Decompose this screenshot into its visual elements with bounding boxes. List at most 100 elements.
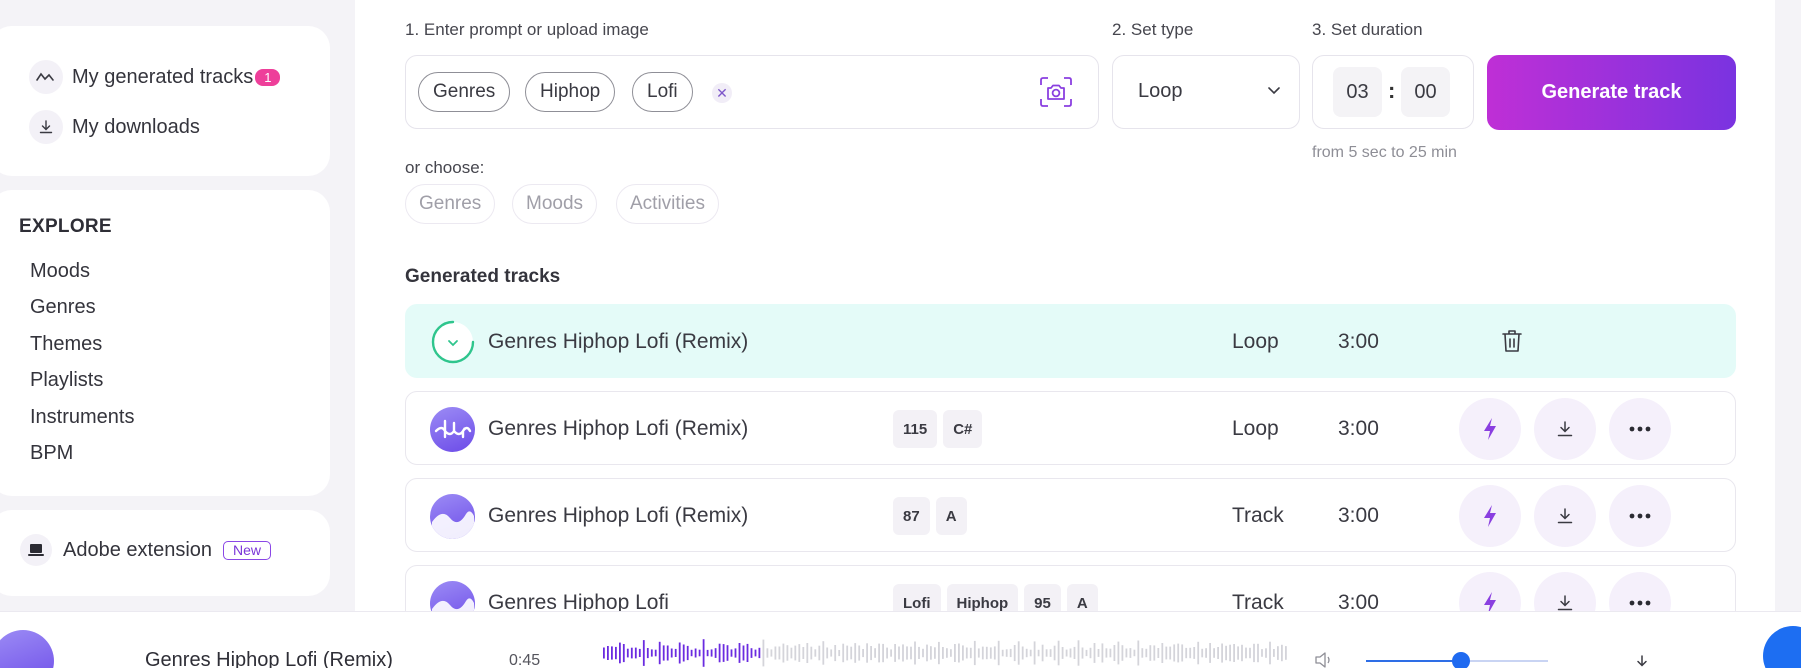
waveform-bar bbox=[874, 648, 876, 658]
type-select[interactable]: Loop bbox=[1112, 55, 1300, 129]
track-tag-bpm: 115 bbox=[893, 410, 938, 448]
waveform-bar bbox=[698, 649, 701, 657]
waveform-bar bbox=[1185, 647, 1188, 659]
track-row[interactable]: Genres Hiphop Lofi (Remix) 115 C# Loop 3… bbox=[405, 391, 1736, 465]
waveform-bar bbox=[666, 645, 669, 661]
waveform-bar bbox=[830, 649, 833, 657]
duration-seconds-field[interactable]: 00 bbox=[1401, 67, 1450, 117]
remix-button[interactable] bbox=[1459, 398, 1521, 460]
download-track-button[interactable] bbox=[1534, 485, 1596, 547]
volume-knob[interactable] bbox=[1451, 652, 1470, 668]
explore-link-themes[interactable]: Themes bbox=[30, 333, 102, 356]
download-icon bbox=[1557, 595, 1573, 611]
clear-prompt-button[interactable]: ✕ bbox=[712, 83, 732, 103]
waveform-bar bbox=[1209, 643, 1211, 663]
player-download-button[interactable] bbox=[1633, 654, 1651, 668]
duration-minutes-field[interactable]: 03 bbox=[1333, 67, 1382, 117]
waveform-bar bbox=[626, 648, 629, 658]
waveform-bar bbox=[734, 648, 737, 658]
more-options-button[interactable] bbox=[1609, 398, 1671, 460]
category-chip-activities[interactable]: Activities bbox=[616, 184, 719, 224]
my-generated-tracks-link[interactable]: My generated tracks 1 bbox=[29, 60, 281, 94]
waveform-bar bbox=[934, 647, 936, 659]
waveform-bar bbox=[742, 645, 745, 661]
waveform-bar bbox=[1237, 646, 1239, 660]
waveform-bar bbox=[690, 649, 693, 657]
waveform-icon bbox=[29, 60, 63, 94]
waveform-bar bbox=[730, 649, 733, 657]
waveform-bar bbox=[1169, 646, 1172, 660]
category-chip-genres[interactable]: Genres bbox=[405, 184, 496, 224]
waveform-bar bbox=[1217, 647, 1219, 659]
waveform-bar bbox=[746, 643, 749, 662]
explore-link-moods[interactable]: Moods bbox=[30, 260, 90, 283]
waveform-bar bbox=[718, 643, 721, 663]
waveform-bar bbox=[1105, 648, 1108, 658]
player-track-title: Genres Hiphop Lofi (Remix) bbox=[145, 649, 393, 668]
download-track-button[interactable] bbox=[1534, 398, 1596, 460]
track-type: Track bbox=[1232, 504, 1284, 527]
track-row[interactable]: Genres Hiphop Lofi (Remix) 87 A Track 3:… bbox=[405, 478, 1736, 552]
waveform-bar bbox=[1173, 644, 1176, 662]
waveform-bar bbox=[981, 646, 984, 660]
waveform-bar bbox=[942, 647, 944, 659]
track-title: Genres Hiphop Lofi (Remix) bbox=[488, 330, 749, 353]
waveform-bar bbox=[674, 648, 677, 657]
waveform-bar bbox=[1125, 648, 1128, 658]
prompt-chip-lofi[interactable]: Lofi bbox=[632, 72, 693, 112]
waveform-bar bbox=[890, 649, 892, 657]
prompt-input[interactable]: Genres Hiphop Lofi ✕ bbox=[405, 55, 1099, 129]
waveform-bar bbox=[910, 646, 912, 660]
volume-button[interactable] bbox=[1314, 652, 1334, 668]
waveform-bar bbox=[1069, 648, 1072, 658]
remix-button[interactable] bbox=[1459, 485, 1521, 547]
waveform-bar bbox=[1261, 649, 1263, 657]
generate-track-button[interactable]: Generate track bbox=[1487, 55, 1736, 130]
waveform-bar bbox=[714, 648, 717, 658]
category-chip-moods[interactable]: Moods bbox=[512, 184, 598, 224]
track-duration: 3:00 bbox=[1338, 417, 1379, 440]
my-downloads-link[interactable]: My downloads bbox=[29, 110, 200, 144]
waveform-bar bbox=[838, 650, 841, 657]
waveform-bar bbox=[646, 648, 649, 659]
volume-slider[interactable] bbox=[1366, 652, 1548, 668]
delete-track-button[interactable] bbox=[1501, 328, 1523, 359]
waveform-bar bbox=[866, 643, 868, 663]
waveform-seekbar[interactable] bbox=[603, 638, 1289, 668]
waveform-bar bbox=[638, 648, 641, 657]
waveform-bar bbox=[607, 646, 609, 660]
explore-link-instruments[interactable]: Instruments bbox=[30, 406, 134, 429]
support-chat-button[interactable] bbox=[1763, 626, 1801, 668]
waveform-bar bbox=[722, 644, 725, 662]
explore-link-bpm[interactable]: BPM bbox=[30, 442, 73, 465]
waveform-bar bbox=[862, 649, 864, 658]
track-row[interactable]: Genres Hiphop Lofi (Remix) Loop 3:00 bbox=[405, 304, 1736, 378]
adobe-extension-link[interactable]: Adobe extension New bbox=[20, 534, 272, 566]
waveform-bar bbox=[814, 649, 817, 657]
waveform-bar bbox=[1265, 648, 1267, 658]
waveform-bar bbox=[1225, 645, 1227, 661]
prompt-chip-hiphop[interactable]: Hiphop bbox=[525, 72, 616, 112]
explore-link-genres[interactable]: Genres bbox=[30, 296, 96, 319]
waveform-bar bbox=[902, 644, 904, 662]
waveform-bar bbox=[950, 649, 952, 657]
track-title: Genres Hiphop Lofi (Remix) bbox=[488, 417, 749, 440]
explore-link-playlists[interactable]: Playlists bbox=[30, 369, 103, 392]
waveform-bar bbox=[702, 639, 705, 667]
laptop-icon bbox=[20, 534, 52, 566]
more-options-button[interactable] bbox=[1609, 485, 1671, 547]
adobe-card: Adobe extension New bbox=[0, 510, 330, 596]
prompt-chip-genres[interactable]: Genres bbox=[418, 72, 511, 112]
upload-image-button[interactable] bbox=[1038, 76, 1074, 113]
waveform-bar bbox=[1089, 647, 1092, 659]
waveform-bar bbox=[750, 648, 753, 658]
step3-label: 3. Set duration bbox=[1312, 20, 1423, 39]
waveform-bar bbox=[1189, 647, 1192, 659]
waveform-bar bbox=[1053, 645, 1056, 661]
waveform-bar bbox=[615, 646, 617, 660]
waveform-bar bbox=[1257, 643, 1259, 663]
waveform-bar bbox=[1241, 644, 1243, 662]
waveform-bar bbox=[682, 644, 685, 662]
waveform-bar bbox=[878, 643, 880, 663]
waveform-bar bbox=[882, 643, 884, 663]
